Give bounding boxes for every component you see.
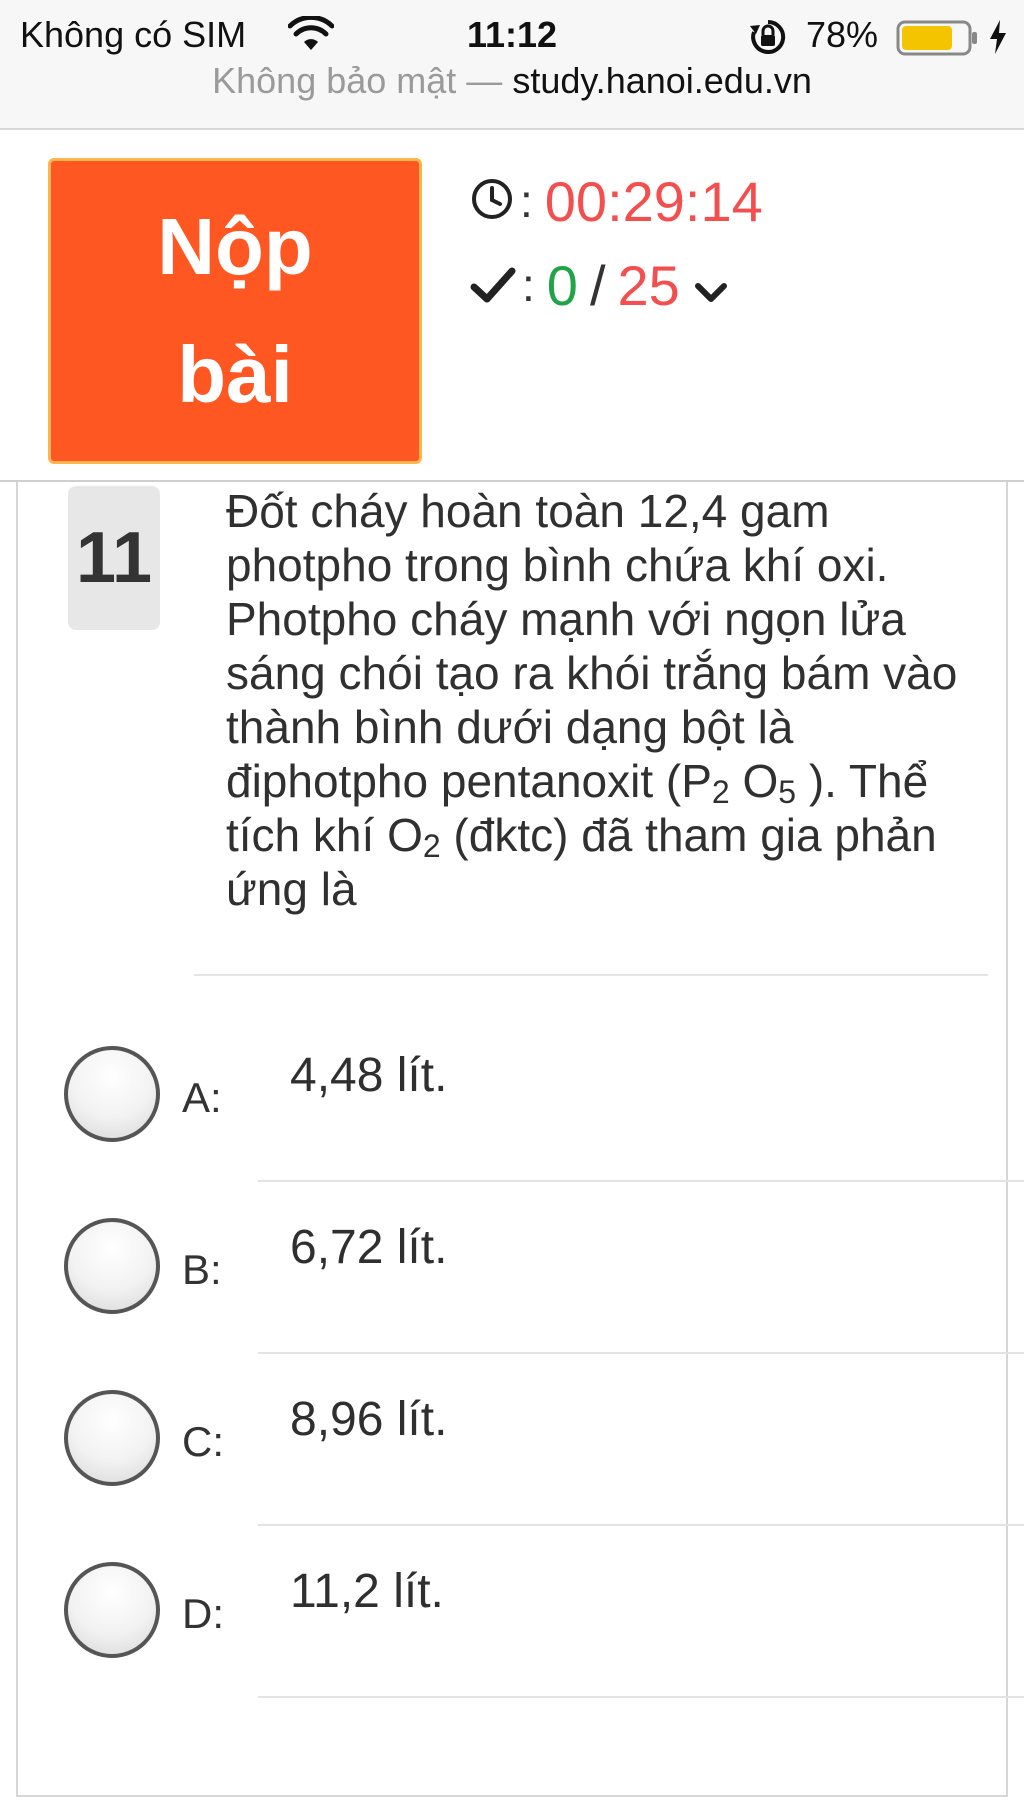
progress-slash: / bbox=[589, 253, 606, 317]
option-text[interactable]: 4,48 lít. bbox=[290, 1048, 447, 1103]
answered-count: 0 bbox=[546, 253, 578, 317]
charging-icon bbox=[988, 20, 1008, 63]
clock-icon bbox=[470, 169, 514, 234]
timer-row: : 00:29:14 bbox=[470, 168, 763, 234]
battery-icon bbox=[896, 20, 980, 65]
question-number: 11 bbox=[68, 486, 160, 630]
subscript: 5 bbox=[778, 774, 797, 810]
radio-button[interactable] bbox=[64, 1046, 160, 1142]
total-questions: 25 bbox=[617, 253, 680, 317]
url-security-label: Không bảo mật — bbox=[212, 60, 513, 101]
rotation-lock-icon bbox=[748, 18, 788, 65]
option-divider bbox=[258, 1180, 1024, 1182]
timer-separator: : bbox=[520, 175, 533, 227]
option-divider bbox=[258, 1352, 1024, 1354]
status-row: Không có SIM 11:12 78% bbox=[0, 10, 1024, 62]
answer-option-a[interactable]: A: 4,48 lít. bbox=[0, 1028, 1024, 1200]
subscript: 2 bbox=[711, 774, 730, 810]
option-letter: C: bbox=[182, 1418, 224, 1465]
battery-percentage: 78% bbox=[806, 14, 879, 55]
answer-option-b[interactable]: B: 6,72 lít. bbox=[0, 1200, 1024, 1372]
question-text-part: O bbox=[729, 755, 779, 807]
option-text[interactable]: 11,2 lít. bbox=[290, 1564, 444, 1619]
question-text: Đốt cháy hoàn toàn 12,4 gam photpho tron… bbox=[226, 484, 986, 916]
option-letter: A: bbox=[182, 1074, 222, 1121]
option-letter: D: bbox=[182, 1590, 224, 1637]
browser-status-bar: Không có SIM 11:12 78% Không bảo mật — s… bbox=[0, 0, 1024, 130]
question-divider bbox=[194, 974, 988, 976]
option-text[interactable]: 8,96 lít. bbox=[290, 1392, 447, 1447]
chevron-down-icon[interactable] bbox=[694, 253, 728, 318]
option-divider bbox=[258, 1696, 1024, 1698]
check-icon bbox=[470, 253, 516, 318]
option-text[interactable]: 6,72 lít. bbox=[290, 1220, 447, 1275]
submit-exam-button[interactable]: Nộp bài bbox=[48, 158, 422, 464]
option-divider bbox=[258, 1524, 1024, 1526]
answer-option-c[interactable]: C: 8,96 lít. bbox=[0, 1372, 1024, 1544]
answer-option-d[interactable]: D: 11,2 lít. bbox=[0, 1544, 1024, 1716]
progress-separator: : bbox=[522, 259, 535, 311]
subscript: 2 bbox=[422, 828, 441, 864]
radio-button[interactable] bbox=[64, 1218, 160, 1314]
radio-button[interactable] bbox=[64, 1390, 160, 1486]
countdown-timer: 00:29:14 bbox=[544, 169, 763, 233]
option-letter: B: bbox=[182, 1246, 222, 1293]
address-bar[interactable]: Không bảo mật — study.hanoi.edu.vn bbox=[0, 60, 1024, 102]
radio-button[interactable] bbox=[64, 1562, 160, 1658]
url-domain: study.hanoi.edu.vn bbox=[512, 60, 812, 101]
progress-toggle[interactable]: : 0 / 25 bbox=[470, 252, 728, 318]
